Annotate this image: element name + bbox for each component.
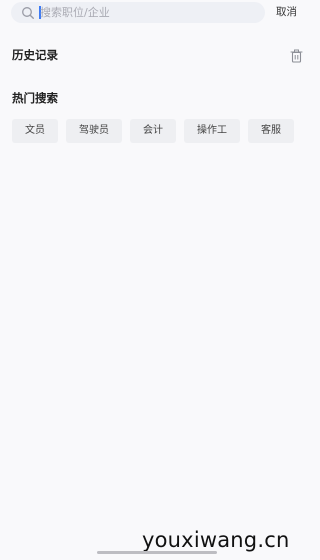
hot-tag[interactable]: 文员 bbox=[12, 119, 58, 143]
search-icon bbox=[21, 5, 35, 20]
hot-tag[interactable]: 会计 bbox=[130, 119, 176, 143]
trash-icon[interactable] bbox=[290, 48, 303, 63]
home-indicator[interactable] bbox=[97, 551, 217, 554]
search-input[interactable] bbox=[40, 3, 240, 22]
watermark-text: youxiwang.cn bbox=[142, 528, 290, 552]
cancel-button[interactable]: 取消 bbox=[276, 4, 297, 19]
hot-tag[interactable]: 操作工 bbox=[184, 119, 240, 143]
hot-search-title: 热门搜索 bbox=[12, 91, 58, 105]
hot-tag[interactable]: 客服 bbox=[248, 119, 294, 143]
history-title: 历史记录 bbox=[12, 48, 58, 62]
hot-search-tags: 文员 驾驶员 会计 操作工 客服 bbox=[12, 119, 294, 143]
hot-tag[interactable]: 驾驶员 bbox=[66, 119, 122, 143]
search-box[interactable] bbox=[11, 2, 265, 23]
search-bar: 取消 bbox=[0, 0, 315, 28]
